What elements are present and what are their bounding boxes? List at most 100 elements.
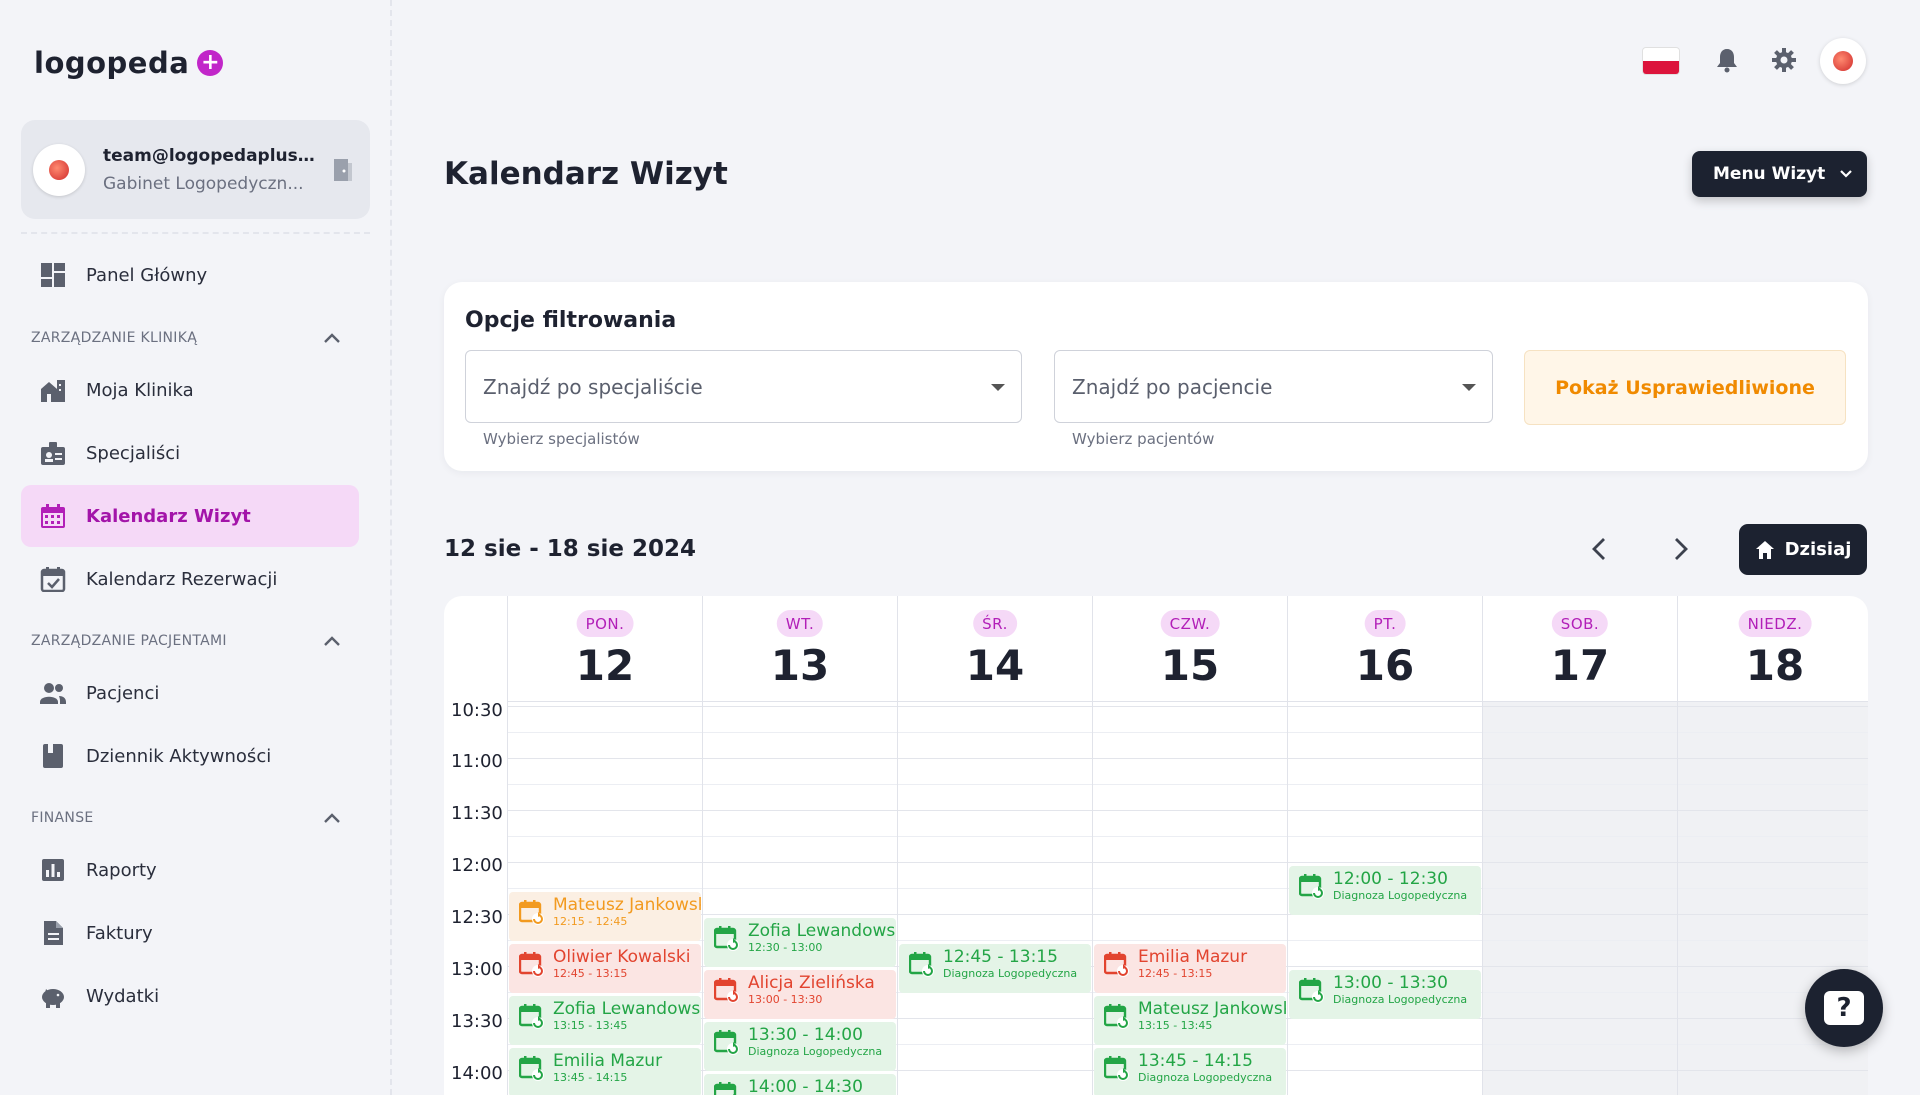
appointment-event[interactable]: Zofia Lewandowska13:15 - 13:45 (509, 996, 701, 1045)
appointment-event[interactable]: Mateusz Jankowski 12:15 - 12:45 (509, 892, 701, 941)
language-flag-pl[interactable] (1643, 48, 1679, 74)
grid-line (703, 862, 897, 863)
grid-line (898, 732, 1092, 733)
menu-wizyt-label: Menu Wizyt (1713, 164, 1826, 184)
event-title: Emilia Mazur (1138, 947, 1248, 967)
grid-line (1678, 784, 1868, 785)
grid-line (1483, 940, 1677, 941)
day-number: 15 (1160, 641, 1220, 690)
grid-line (1093, 888, 1287, 889)
day-column[interactable]: SOB. 17 (1482, 596, 1677, 1095)
appointment-event[interactable]: 12:00 - 12:30 Diagnoza Logopedyczna (1289, 866, 1481, 915)
grid-line (508, 732, 702, 733)
appointment-event[interactable]: Emilia Mazur 12:45 - 13:15 (1094, 944, 1286, 993)
day-of-week: PT. (1364, 610, 1406, 637)
logout-door-icon[interactable] (332, 157, 354, 183)
sidebar-item-dziennik[interactable]: Dziennik Aktywności (21, 725, 359, 787)
appointment-event[interactable]: 13:00 - 13:30 Diagnoza Logopedyczna (1289, 970, 1481, 1019)
grid-line (1288, 1044, 1482, 1045)
dashboard-icon (41, 263, 65, 287)
appointment-event[interactable]: Emilia Mazur 13:45 - 14:15 (509, 1048, 701, 1095)
sidebar-item-kalendarz-wizyt[interactable]: Kalendarz Wizyt (21, 485, 359, 547)
calendar-repeat-icon (1299, 874, 1324, 899)
show-excused-button[interactable]: Pokaż Usprawiedliwione (1524, 350, 1846, 425)
chevron-up-icon[interactable] (322, 331, 342, 345)
day-column[interactable]: ŚR. 14 (897, 596, 1092, 1095)
event-title: 14:00 - 14:30 (748, 1077, 863, 1095)
specialist-select[interactable]: Znajdź po specjaliście (465, 350, 1022, 423)
help-button[interactable]: ? (1805, 969, 1883, 1047)
calendar-repeat-icon (519, 1056, 544, 1081)
day-header[interactable]: NIEDZ. 18 (1678, 596, 1868, 702)
day-header[interactable]: WT. 13 (703, 596, 897, 702)
appointment-event[interactable]: 12:45 - 13:15 Diagnoza Logopedyczna (899, 944, 1091, 993)
sidebar-item-wydatki[interactable]: Wydatki (21, 965, 359, 1027)
sidebar-item-pacjenci[interactable]: Pacjenci (21, 662, 359, 724)
grid-line (1483, 732, 1677, 733)
sidebar-item-moja-klinika[interactable]: Moja Klinika (21, 359, 359, 421)
sidebar-item-panel[interactable]: Panel Główny (21, 244, 359, 306)
grid-line (1483, 992, 1677, 993)
day-column[interactable]: WT. 13 (702, 596, 897, 1095)
gear-icon[interactable] (1770, 46, 1798, 74)
day-header[interactable]: CZW. 15 (1093, 596, 1287, 702)
sidebar-item-raporty[interactable]: Raporty (21, 839, 359, 901)
account-card[interactable]: team@logopedaplus.... Gabinet Logopedycz… (21, 120, 370, 219)
grid-line (1093, 706, 1287, 707)
sidebar-item-faktury[interactable]: Faktury (21, 902, 359, 964)
chevron-up-icon[interactable] (322, 811, 342, 825)
appointment-event[interactable]: 13:45 - 14:15 Diagnoza Logopedyczna (1094, 1048, 1286, 1095)
event-subtitle: 13:00 - 13:30 (748, 993, 823, 1006)
caret-down-icon (991, 384, 1005, 391)
bell-icon[interactable] (1713, 46, 1741, 74)
sidebar-item-label: Pacjenci (86, 682, 160, 704)
grid-line (1288, 784, 1482, 785)
appointment-event[interactable]: Mateusz Jankowski 13:15 - 13:45 (1094, 996, 1286, 1045)
clinic-avatar (33, 143, 85, 196)
grid-line (1288, 966, 1482, 967)
grid-line (898, 914, 1092, 915)
grid-line (703, 836, 897, 837)
event-subtitle: Diagnoza Logopedyczna (748, 1045, 883, 1058)
today-button[interactable]: Dzisiaj (1739, 524, 1867, 575)
logo[interactable]: logopeda + (34, 46, 224, 80)
grid-line (1093, 914, 1287, 915)
menu-wizyt-button[interactable]: Menu Wizyt (1692, 151, 1867, 197)
appointment-event[interactable]: Zofia Lewandowska12:30 - 13:00 (704, 918, 896, 967)
chevron-up-icon[interactable] (322, 634, 342, 648)
event-subtitle: 12:45 - 13:15 (1138, 967, 1213, 980)
time-label: 13:00 (451, 959, 503, 980)
grid-line (703, 784, 897, 785)
patient-select[interactable]: Znajdź po pacjencie (1054, 350, 1493, 423)
appointment-event[interactable]: 14:00 - 14:30Diagnoza Logopedyczna (704, 1074, 896, 1095)
grid-line (898, 1044, 1092, 1045)
day-header[interactable]: PON. 12 (508, 596, 702, 702)
logo-plus-icon: + (197, 50, 224, 76)
sidebar-item-label: Wydatki (86, 985, 160, 1007)
grid-line (1093, 836, 1287, 837)
day-header[interactable]: SOB. 17 (1483, 596, 1677, 702)
grid-line (1288, 706, 1482, 707)
user-avatar[interactable] (1820, 38, 1866, 84)
specialist-placeholder: Znajdź po specjaliście (483, 374, 703, 399)
sidebar-item-label: Moja Klinika (86, 379, 194, 401)
next-week-icon[interactable] (1671, 534, 1691, 564)
event-title: Zofia Lewandowska (553, 999, 701, 1019)
appointment-event[interactable]: Alicja Zielińska 13:00 - 13:30 (704, 970, 896, 1019)
day-header[interactable]: PT. 16 (1288, 596, 1482, 702)
grid-line (898, 810, 1092, 811)
appointment-event[interactable]: Oliwier Kowalski 12:45 - 13:15 (509, 944, 701, 993)
chart-icon (42, 859, 64, 881)
event-title: Oliwier Kowalski (553, 947, 691, 967)
sidebar-item-kalendarz-rezerwacji[interactable]: Kalendarz Rezerwacji (21, 548, 359, 610)
filter-card: Opcje filtrowania Znajdź po specjaliście… (444, 282, 1868, 471)
grid-line (508, 888, 702, 889)
sidebar-item-specjalisci[interactable]: Specjaliści (21, 422, 359, 484)
prev-week-icon[interactable] (1589, 534, 1609, 564)
day-header[interactable]: ŚR. 14 (898, 596, 1092, 702)
day-column[interactable]: PT. 16 (1287, 596, 1482, 1095)
grid-line (508, 836, 702, 837)
grid-line (898, 1070, 1092, 1071)
specialist-help: Wybierz specjalistów (483, 430, 640, 448)
appointment-event[interactable]: 13:30 - 14:00 Diagnoza Logopedyczna (704, 1022, 896, 1071)
